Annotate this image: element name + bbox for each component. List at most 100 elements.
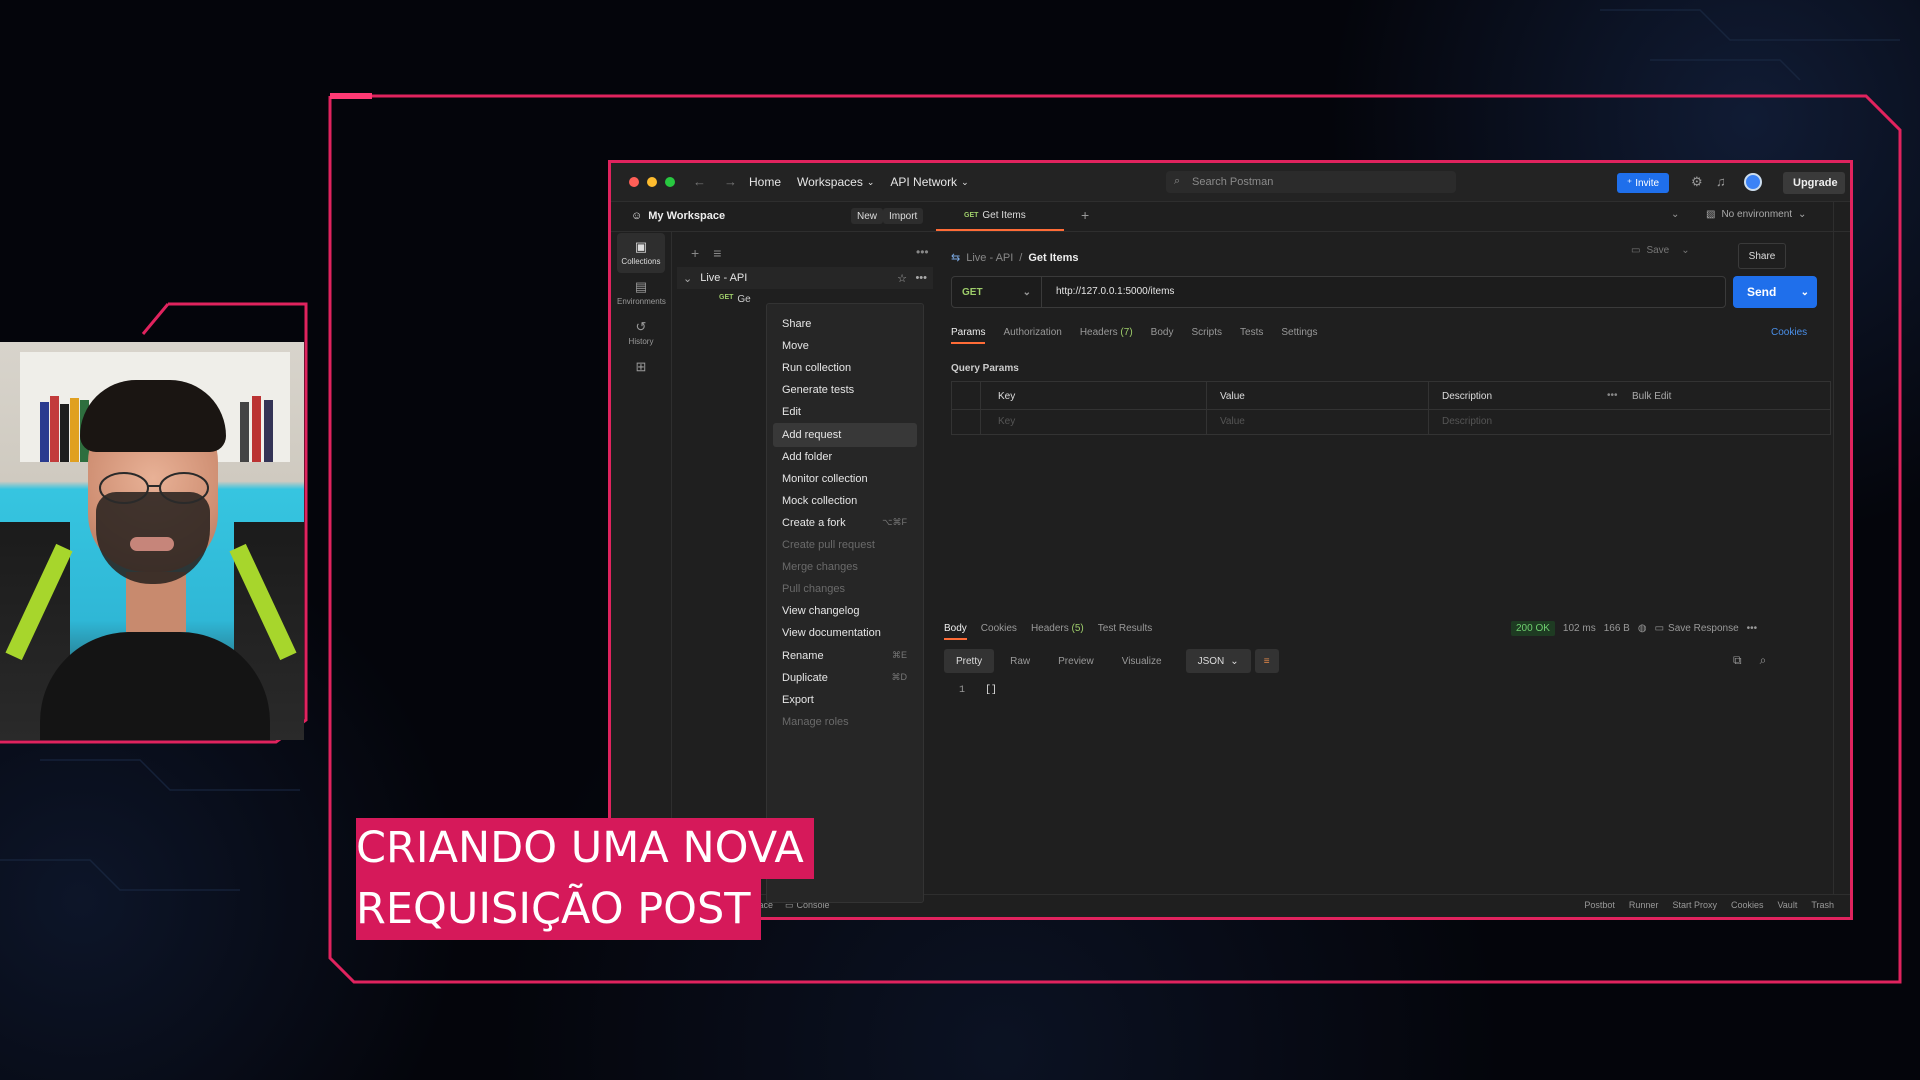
search-icon[interactable]: ⌕ bbox=[1760, 653, 1767, 668]
new-tab-icon[interactable]: + bbox=[1081, 207, 1089, 223]
menu-item-export[interactable]: Export bbox=[773, 688, 917, 712]
forward-arrow-icon[interactable]: → bbox=[724, 174, 737, 189]
sidebar-item-collections[interactable]: ▣ Collections bbox=[617, 233, 665, 273]
more-options-icon[interactable]: ••• bbox=[916, 245, 929, 259]
minimize-window-button[interactable] bbox=[647, 177, 657, 187]
footer-runner[interactable]: Runner bbox=[1629, 900, 1659, 910]
environment-select[interactable]: ▧ No environment ⌄ bbox=[1706, 209, 1806, 220]
nav-home[interactable]: Home bbox=[749, 175, 781, 189]
sidebar-item-configure[interactable]: ⊞ bbox=[617, 353, 665, 393]
collection-item[interactable]: ⌄ Live - API ☆ ••• bbox=[677, 267, 933, 289]
response-tab-body[interactable]: Body bbox=[944, 623, 967, 640]
more-icon[interactable]: ••• bbox=[915, 272, 927, 284]
star-icon[interactable]: ☆ bbox=[897, 272, 907, 285]
close-window-button[interactable] bbox=[629, 177, 639, 187]
footer-trash[interactable]: Trash bbox=[1811, 900, 1834, 910]
request-item[interactable]: GET Ge bbox=[719, 294, 751, 305]
chevron-down-icon: ⌄ bbox=[961, 176, 969, 187]
tab-scripts[interactable]: Scripts bbox=[1191, 327, 1222, 344]
share-button[interactable]: Share bbox=[1738, 243, 1786, 269]
chevron-down-icon[interactable]: ⌄ bbox=[1671, 209, 1679, 220]
tab-params[interactable]: Params bbox=[951, 327, 986, 344]
query-params-table: Key Value Description ••• Bulk Edit Key … bbox=[951, 381, 1831, 435]
cookies-link[interactable]: Cookies bbox=[1771, 327, 1807, 338]
workspace-bar: ☺ My Workspace New Import bbox=[611, 201, 936, 232]
more-icon[interactable]: ••• bbox=[1607, 390, 1618, 401]
menu-item-monitor-collection[interactable]: Monitor collection bbox=[773, 467, 917, 491]
save-response-button[interactable]: ▭ Save Response bbox=[1655, 623, 1739, 634]
tab-body[interactable]: Body bbox=[1151, 327, 1174, 344]
wrap-lines-icon[interactable]: ≡ bbox=[1254, 649, 1279, 673]
footer-cookies[interactable]: Cookies bbox=[1731, 900, 1764, 910]
format-preview[interactable]: Preview bbox=[1046, 649, 1106, 673]
chevron-down-icon: ⌄ bbox=[1681, 245, 1690, 256]
menu-item-view-changelog[interactable]: View changelog bbox=[773, 599, 917, 623]
menu-item-view-documentation[interactable]: View documentation bbox=[773, 621, 917, 645]
tab-headers[interactable]: Headers (7) bbox=[1080, 327, 1133, 344]
response-tab-headers[interactable]: Headers (5) bbox=[1031, 623, 1084, 640]
add-collection-icon[interactable]: + bbox=[691, 245, 699, 261]
value-input[interactable]: Value bbox=[1220, 416, 1245, 427]
status-badge[interactable]: 200 OK bbox=[1511, 621, 1555, 636]
menu-item-create-a-fork[interactable]: Create a fork ⌥⌘F bbox=[773, 511, 917, 535]
upgrade-button[interactable]: Upgrade bbox=[1783, 172, 1845, 194]
tab-authorization[interactable]: Authorization bbox=[1003, 327, 1061, 344]
copy-icon[interactable]: ⧉ bbox=[1733, 653, 1742, 668]
column-header-value: Value bbox=[1220, 391, 1245, 402]
bell-icon[interactable]: ♫ bbox=[1716, 174, 1726, 189]
format-pretty[interactable]: Pretty bbox=[944, 649, 995, 673]
menu-item-move[interactable]: Move bbox=[773, 334, 917, 358]
send-button[interactable]: Send ⌄ bbox=[1733, 276, 1817, 308]
filter-icon[interactable]: ≡ bbox=[713, 245, 721, 261]
sidebar-item-history[interactable]: ↺ History bbox=[617, 313, 665, 353]
footer-start-proxy[interactable]: Start Proxy bbox=[1672, 900, 1717, 910]
menu-item-mock-collection[interactable]: Mock collection bbox=[773, 489, 917, 513]
maximize-window-button[interactable] bbox=[665, 177, 675, 187]
format-select[interactable]: JSON ⌄ bbox=[1185, 649, 1251, 673]
url-input[interactable]: http://127.0.0.1:5000/items bbox=[1056, 286, 1174, 297]
menu-item-generate-tests[interactable]: Generate tests bbox=[773, 378, 917, 402]
new-button[interactable]: New bbox=[851, 208, 884, 224]
menu-item-merge-changes: Merge changes bbox=[773, 555, 917, 579]
menu-item-run-collection[interactable]: Run collection bbox=[773, 356, 917, 380]
search-input[interactable]: ⌕ Search Postman bbox=[1166, 171, 1456, 193]
tab-get-items[interactable]: GET Get Items bbox=[936, 201, 1064, 231]
format-visualize[interactable]: Visualize bbox=[1110, 649, 1174, 673]
workspace-name[interactable]: ☺ My Workspace bbox=[631, 210, 725, 222]
globe-icon[interactable]: ◍ bbox=[1638, 623, 1647, 634]
save-button[interactable]: ▭ Save ⌄ bbox=[1631, 245, 1690, 256]
breadcrumb-parent[interactable]: Live - API bbox=[966, 252, 1013, 264]
footer-postbot[interactable]: Postbot bbox=[1584, 900, 1615, 910]
back-arrow-icon[interactable]: ← bbox=[693, 174, 706, 189]
import-button[interactable]: Import bbox=[883, 208, 924, 224]
menu-item-add-request[interactable]: Add request bbox=[773, 422, 917, 447]
menu-item-share[interactable]: Share bbox=[773, 312, 917, 336]
response-time[interactable]: 102 ms bbox=[1563, 623, 1596, 634]
response-actions: ⧉ ⌕ bbox=[1733, 653, 1766, 668]
bulk-edit-button[interactable]: Bulk Edit bbox=[1632, 391, 1671, 402]
key-input[interactable]: Key bbox=[998, 416, 1015, 427]
menu-item-edit[interactable]: Edit bbox=[773, 400, 917, 424]
method-select[interactable]: GET ⌄ bbox=[952, 277, 1042, 307]
chevron-down-icon[interactable]: ⌄ bbox=[683, 272, 692, 285]
gear-icon[interactable]: ⚙ bbox=[1691, 174, 1703, 190]
method-badge: GET bbox=[719, 294, 734, 301]
nav-api-network[interactable]: API Network ⌄ bbox=[890, 175, 968, 189]
response-tab-test-results[interactable]: Test Results bbox=[1098, 623, 1152, 640]
description-input[interactable]: Description bbox=[1442, 416, 1492, 427]
sidebar-item-environments[interactable]: ▤ Environments bbox=[617, 273, 666, 313]
avatar[interactable] bbox=[1744, 173, 1762, 191]
response-tab-cookies[interactable]: Cookies bbox=[981, 623, 1017, 640]
format-raw[interactable]: Raw bbox=[998, 649, 1042, 673]
tab-tests[interactable]: Tests bbox=[1240, 327, 1263, 344]
nav-workspaces[interactable]: Workspaces ⌄ bbox=[797, 175, 874, 189]
response-size[interactable]: 166 B bbox=[1604, 623, 1630, 634]
tab-settings[interactable]: Settings bbox=[1281, 327, 1317, 344]
menu-item-add-folder[interactable]: Add folder bbox=[773, 445, 917, 469]
invite-button[interactable]: ⁺ Invite bbox=[1617, 173, 1669, 193]
chevron-down-icon[interactable]: ⌄ bbox=[1801, 287, 1809, 298]
more-icon[interactable]: ••• bbox=[1747, 623, 1758, 634]
footer-vault[interactable]: Vault bbox=[1777, 900, 1797, 910]
menu-item-rename[interactable]: Rename ⌘E bbox=[773, 644, 917, 668]
menu-item-duplicate[interactable]: Duplicate ⌘D bbox=[773, 666, 917, 690]
